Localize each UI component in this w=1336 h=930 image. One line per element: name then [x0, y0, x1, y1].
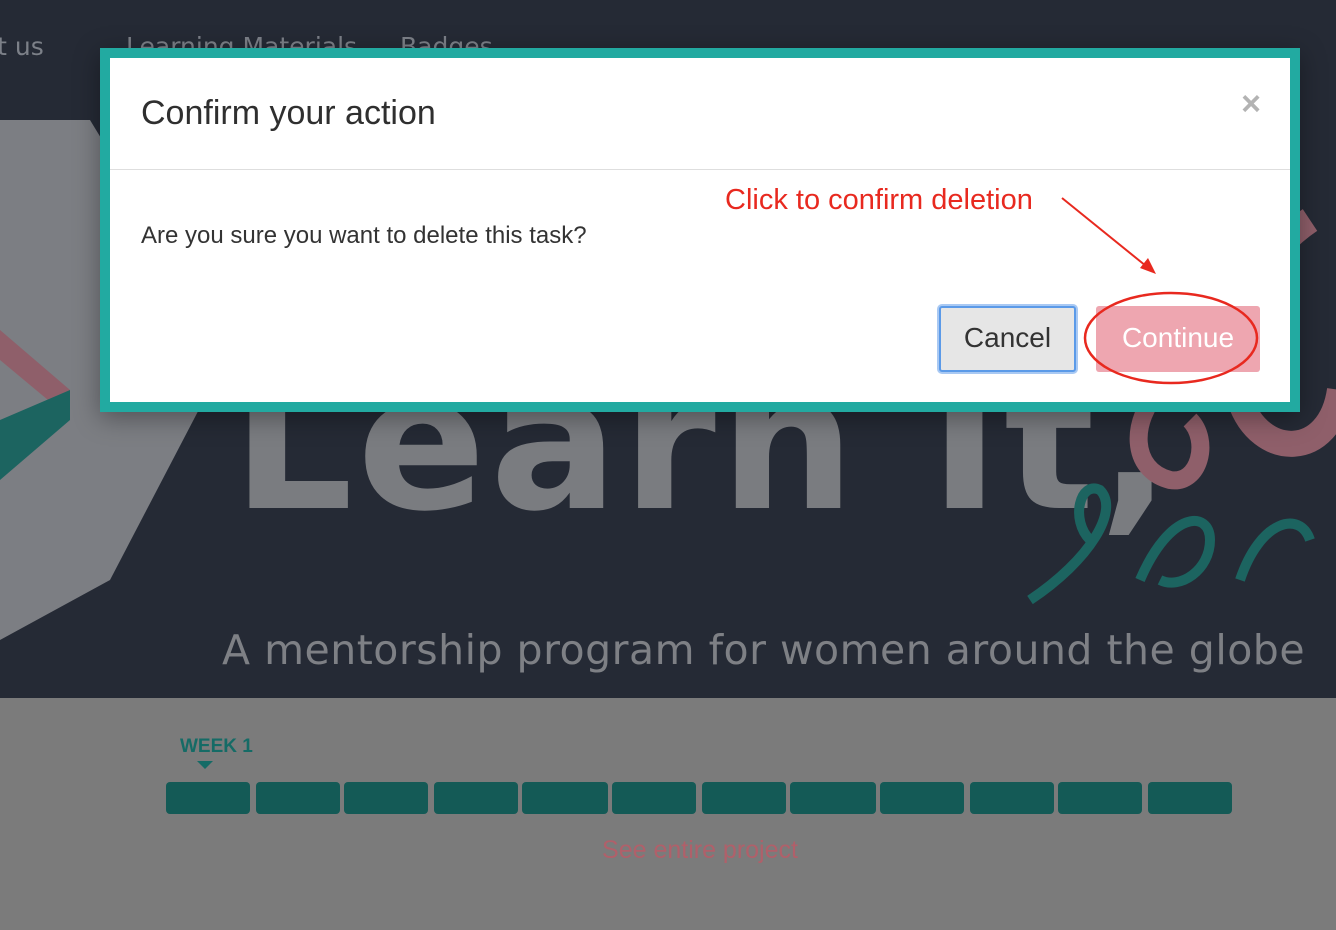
dialog-message: Are you sure you want to delete this tas…	[141, 222, 587, 249]
modal-highlight-frame: Confirm your action × Are you sure you w…	[100, 48, 1300, 412]
week-bar[interactable]	[1148, 782, 1232, 814]
caret-down-icon	[197, 761, 213, 769]
dialog-title: Confirm your action	[141, 94, 436, 132]
week-bar[interactable]	[702, 782, 786, 814]
week-bar[interactable]	[434, 782, 518, 814]
nav-link-about[interactable]: out us	[0, 32, 44, 61]
hero-tagline: A mentorship program for women around th…	[222, 626, 1306, 674]
confirm-dialog: Confirm your action × Are you sure you w…	[110, 58, 1290, 402]
current-week-label: WEEK 1	[180, 736, 253, 757]
week-bar[interactable]	[166, 782, 250, 814]
continue-button[interactable]: Continue	[1096, 306, 1260, 372]
week-bar[interactable]	[880, 782, 964, 814]
week-bar[interactable]	[790, 782, 876, 814]
week-progress-bars	[166, 782, 1236, 814]
week-bar[interactable]	[522, 782, 608, 814]
week-bar[interactable]	[1058, 782, 1142, 814]
cancel-button[interactable]: Cancel	[939, 306, 1076, 372]
annotation-label: Click to confirm deletion	[725, 184, 1033, 216]
week-bar[interactable]	[612, 782, 696, 814]
see-entire-project-link[interactable]: See entire project	[0, 836, 1336, 865]
week-bar[interactable]	[970, 782, 1054, 814]
week-bar[interactable]	[344, 782, 428, 814]
dialog-header: Confirm your action ×	[110, 58, 1290, 170]
week-bar[interactable]	[256, 782, 340, 814]
close-icon[interactable]: ×	[1236, 84, 1266, 124]
project-progress: WEEK 1 See entire project	[0, 698, 1336, 930]
